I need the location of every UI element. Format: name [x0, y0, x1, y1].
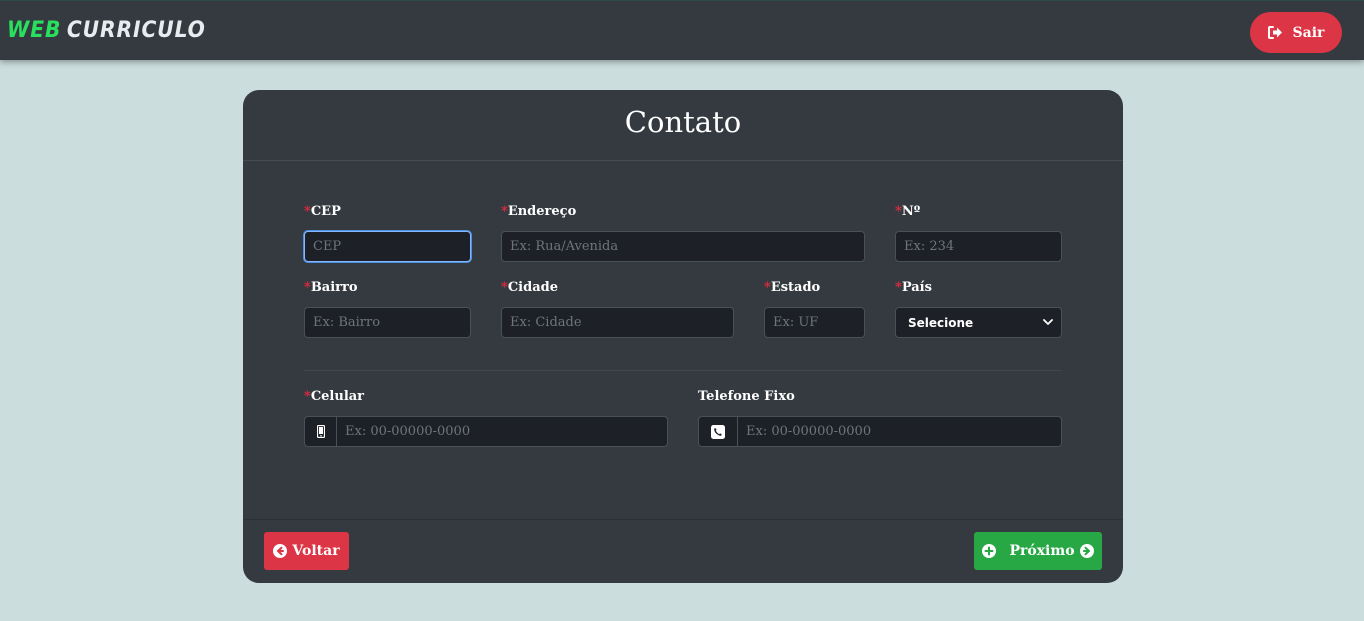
endereco-label-text: Endereço — [507, 204, 577, 219]
pais-label: *País — [895, 279, 932, 297]
required-mark: * — [304, 280, 311, 295]
section-divider — [304, 370, 1062, 371]
numero-label-text: Nº — [901, 204, 921, 219]
required-mark: * — [501, 280, 508, 295]
cep-label-text: CEP — [310, 204, 341, 219]
bairro-input[interactable] — [304, 307, 471, 338]
back-label: Voltar — [292, 543, 340, 559]
brand-curriculo-text: CURRICULO — [66, 18, 206, 43]
celular-input[interactable] — [336, 416, 668, 447]
required-mark: * — [895, 280, 902, 295]
brand-logo[interactable]: WEB CURRICULO — [7, 16, 206, 46]
next-button[interactable]: Próximo — [974, 532, 1102, 570]
cidade-label: *Cidade — [501, 279, 558, 297]
arrow-circle-left-icon — [273, 544, 288, 558]
phone-square-icon — [711, 424, 725, 439]
endereco-label: *Endereço — [501, 203, 576, 221]
top-navbar: WEB CURRICULO Sair — [0, 0, 1364, 60]
celular-label-text: Celular — [310, 389, 365, 404]
mobile-phone-icon — [316, 425, 325, 438]
card-footer: Voltar Próximo — [243, 519, 1123, 583]
estado-input[interactable] — [764, 307, 865, 338]
cidade-label-text: Cidade — [507, 280, 558, 295]
telefone-fixo-label: Telefone Fixo — [698, 388, 795, 406]
chevron-down-icon — [1043, 319, 1053, 326]
back-button[interactable]: Voltar — [264, 532, 349, 570]
pais-select[interactable]: Selecione — [895, 307, 1062, 338]
pais-selected-value: Selecione — [908, 315, 974, 330]
plus-circle-icon — [982, 544, 997, 558]
celular-label: *Celular — [304, 388, 364, 406]
logout-label: Sair — [1292, 24, 1325, 41]
required-mark: * — [304, 389, 311, 404]
endereco-input[interactable] — [501, 231, 865, 262]
arrow-circle-right-icon — [1079, 544, 1094, 558]
numero-input[interactable] — [895, 231, 1062, 262]
bairro-label-text: Bairro — [310, 280, 358, 295]
required-mark: * — [304, 204, 311, 219]
required-mark: * — [501, 204, 508, 219]
bairro-label: *Bairro — [304, 279, 358, 297]
telefone-fixo-input[interactable] — [737, 416, 1062, 447]
pais-label-text: País — [901, 280, 932, 295]
card-header: Contato — [243, 90, 1123, 161]
card-title: Contato — [624, 105, 742, 139]
telefone-fixo-label-text: Telefone Fixo — [698, 389, 795, 404]
required-mark: * — [895, 204, 902, 219]
required-mark: * — [764, 280, 771, 295]
sign-out-icon — [1267, 26, 1283, 39]
cep-input[interactable] — [304, 231, 471, 262]
telefone-fixo-addon — [698, 416, 737, 447]
contact-card: Contato *CEP *Endereço *Nº *Bairro *Cida… — [243, 90, 1123, 583]
cep-label: *CEP — [304, 203, 341, 221]
estado-label-text: Estado — [770, 280, 821, 295]
brand-web-text: WEB — [7, 18, 62, 43]
cidade-input[interactable] — [501, 307, 734, 338]
next-label: Próximo — [1009, 543, 1075, 559]
celular-addon — [304, 416, 336, 447]
estado-label: *Estado — [764, 279, 820, 297]
numero-label: *Nº — [895, 203, 920, 221]
logout-button[interactable]: Sair — [1250, 12, 1342, 53]
